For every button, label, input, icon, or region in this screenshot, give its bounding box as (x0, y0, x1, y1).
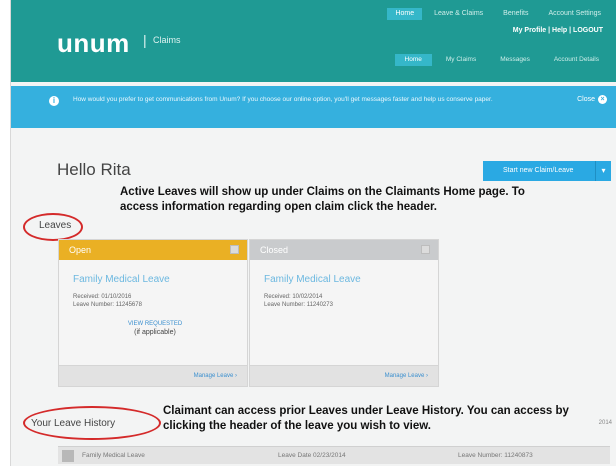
close-icon: × (598, 95, 607, 104)
notice-close-button[interactable]: Close × (577, 95, 607, 104)
card-status-header[interactable]: Open (59, 240, 247, 260)
top-nav-leave-claims[interactable]: Leave & Claims (426, 8, 491, 20)
logo-subtitle: Claims (153, 35, 181, 45)
chevron-right-icon: › (426, 373, 428, 379)
leave-card-open[interactable]: Open Family Medical Leave Received: 01/1… (58, 239, 248, 387)
chevron-down-icon[interactable]: ▾ (595, 161, 611, 181)
card-menu-icon[interactable] (421, 245, 430, 254)
leave-type-icon (62, 450, 74, 462)
notice-text: How would you prefer to get communicatio… (73, 96, 493, 103)
manage-leave-label: Manage Leave (193, 373, 234, 379)
start-button-label: Start new Claim/Leave (503, 167, 574, 174)
leaves-annotation: Active Leaves will show up under Claims … (120, 186, 525, 213)
top-nav-home[interactable]: Home (387, 8, 423, 20)
manage-leave-link[interactable]: Manage Leave › (250, 365, 438, 386)
communication-notice: i How would you prefer to get communicat… (11, 86, 616, 128)
card-status-label: Closed (260, 245, 289, 255)
card-body: Family Medical Leave Received: 10/02/201… (250, 260, 438, 365)
sub-nav-account-details[interactable]: Account Details (544, 54, 609, 66)
page: unum | Claims Home Leave & Claims Benefi… (10, 0, 616, 466)
history-leave-date: Leave Date 02/23/2014 (278, 452, 346, 459)
card-leave-number: Leave Number: 11240273 (264, 302, 333, 308)
card-status-label: Open (69, 245, 92, 255)
manage-leave-label: Manage Leave (384, 373, 425, 379)
card-leave-number: Leave Number: 11245678 (73, 302, 142, 308)
card-title[interactable]: Family Medical Leave (264, 274, 428, 285)
card-body: Family Medical Leave Received: 01/10/201… (59, 260, 247, 365)
profile-links[interactable]: My Profile | Help | LOGOUT (513, 27, 603, 34)
close-label: Close (577, 96, 595, 103)
history-leave-type[interactable]: Family Medical Leave (82, 452, 145, 459)
sub-nav-messages[interactable]: Messages (490, 54, 540, 66)
top-nav-benefits[interactable]: Benefits (495, 8, 536, 20)
history-leave-number: Leave Number: 11240873 (458, 452, 533, 459)
card-title[interactable]: Family Medical Leave (73, 274, 237, 285)
leave-card-closed[interactable]: Closed Family Medical Leave Received: 10… (249, 239, 439, 387)
leave-history-header[interactable]: Your Leave History (31, 418, 115, 429)
card-received-date: Received: 10/02/2014 (264, 294, 323, 300)
table-row[interactable]: Family Medical Leave Leave Date 02/23/20… (58, 446, 610, 464)
sub-nav: Home My Claims Messages Account Details (394, 54, 609, 66)
start-new-claim-button[interactable]: Start new Claim/Leave ▾ (483, 161, 611, 181)
chevron-right-icon: › (235, 373, 237, 379)
top-nav-account-settings[interactable]: Account Settings (540, 8, 609, 20)
card-status-header[interactable]: Closed (250, 240, 438, 260)
top-nav: Home Leave & Claims Benefits Account Set… (387, 8, 609, 20)
manage-leave-link[interactable]: Manage Leave › (59, 365, 247, 386)
leaves-section-header[interactable]: Leaves (39, 220, 71, 231)
unum-logo[interactable]: unum (57, 28, 130, 59)
site-header: unum | Claims Home Leave & Claims Benefi… (11, 0, 616, 82)
history-annotation: Claimant can access prior Leaves under L… (163, 405, 569, 432)
sub-nav-home[interactable]: Home (394, 54, 432, 66)
side-tag: 2014 (598, 420, 612, 426)
card-menu-icon[interactable] (230, 245, 239, 254)
view-requested-link[interactable]: VIEW REQUESTED (73, 321, 237, 327)
info-icon: i (49, 96, 59, 106)
greeting: Hello Rita (57, 160, 131, 179)
logo-separator: | (143, 32, 147, 48)
card-note: (if applicable) (134, 329, 176, 336)
card-received-date: Received: 01/10/2016 (73, 294, 132, 300)
sub-nav-my-claims[interactable]: My Claims (436, 54, 486, 66)
